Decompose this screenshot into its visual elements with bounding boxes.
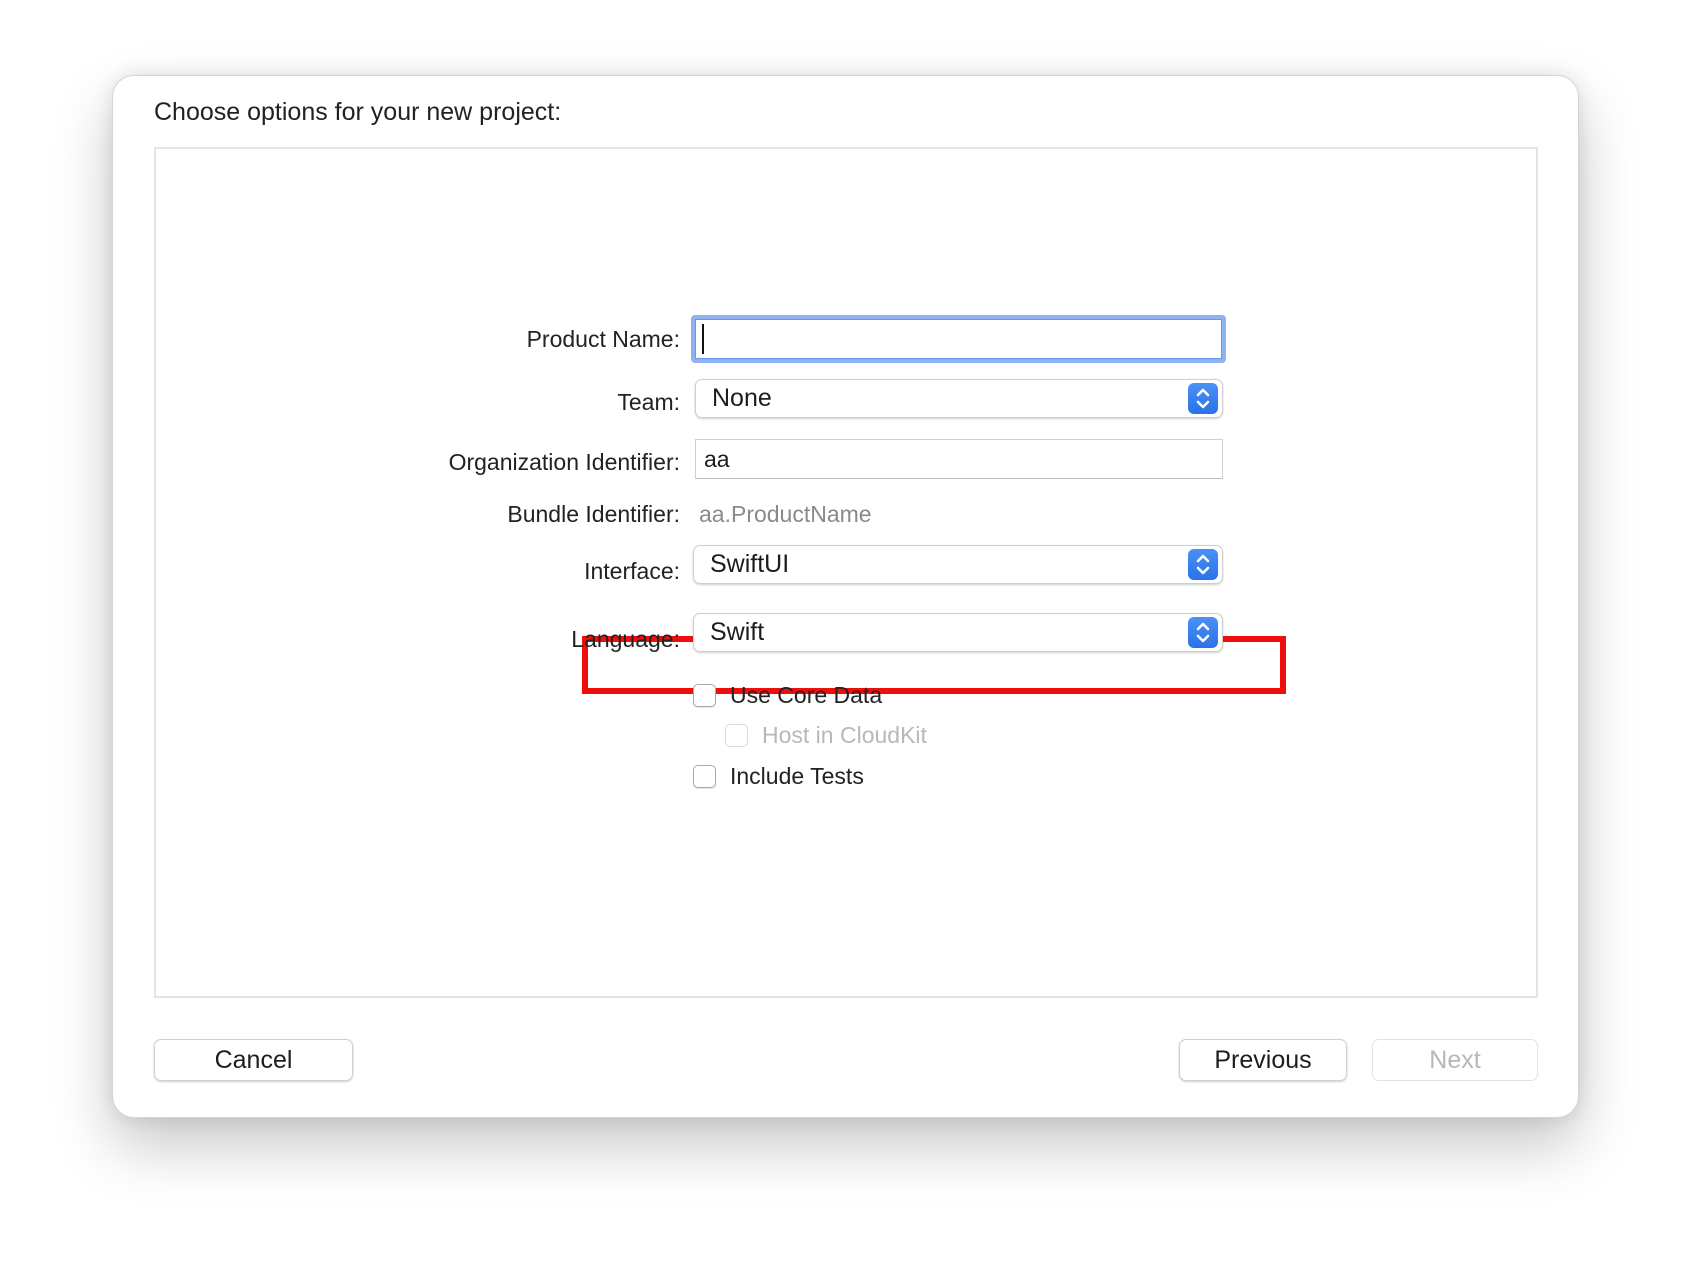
checkbox-box xyxy=(725,724,748,747)
checkbox-label: Host in CloudKit xyxy=(762,722,927,748)
team-value: None xyxy=(712,384,772,412)
checkbox-label: Use Core Data xyxy=(730,682,883,708)
include-tests-checkbox[interactable]: Include Tests xyxy=(693,763,864,790)
cancel-button[interactable]: Cancel xyxy=(154,1039,353,1081)
bundle-identifier-value: aa.ProductName xyxy=(699,501,872,527)
new-project-dialog: Choose options for your new project: Pro… xyxy=(112,75,1579,1118)
previous-button[interactable]: Previous xyxy=(1179,1039,1347,1081)
chevron-up-down-icon xyxy=(1188,383,1218,414)
organization-identifier-field[interactable]: aa xyxy=(695,439,1223,479)
language-value: Swift xyxy=(710,618,765,646)
use-core-data-checkbox[interactable]: Use Core Data xyxy=(693,682,882,709)
next-button: Next xyxy=(1372,1039,1538,1081)
bundle-identifier-label: Bundle Identifier: xyxy=(507,501,680,527)
organization-identifier-value: aa xyxy=(704,445,730,472)
language-label: Language: xyxy=(571,626,680,652)
chevron-up-down-icon xyxy=(1188,617,1218,648)
interface-label: Interface: xyxy=(584,558,680,584)
options-panel: Product Name: Team: None Organization Id… xyxy=(154,147,1538,998)
checkbox-label: Include Tests xyxy=(730,763,864,789)
interface-value: SwiftUI xyxy=(710,550,790,578)
checkbox-box[interactable] xyxy=(693,684,716,707)
text-caret xyxy=(702,324,704,354)
host-in-cloudkit-checkbox: Host in CloudKit xyxy=(725,722,927,749)
interface-popup[interactable]: SwiftUI xyxy=(693,545,1223,584)
chevron-up-down-icon xyxy=(1188,549,1218,580)
team-popup[interactable]: None xyxy=(695,379,1223,418)
product-name-field[interactable] xyxy=(691,315,1226,363)
organization-identifier-label: Organization Identifier: xyxy=(448,449,680,475)
dialog-title: Choose options for your new project: xyxy=(154,98,562,126)
product-name-label: Product Name: xyxy=(526,326,680,352)
checkbox-box[interactable] xyxy=(693,765,716,788)
language-popup[interactable]: Swift xyxy=(693,613,1223,652)
team-label: Team: xyxy=(617,389,680,415)
